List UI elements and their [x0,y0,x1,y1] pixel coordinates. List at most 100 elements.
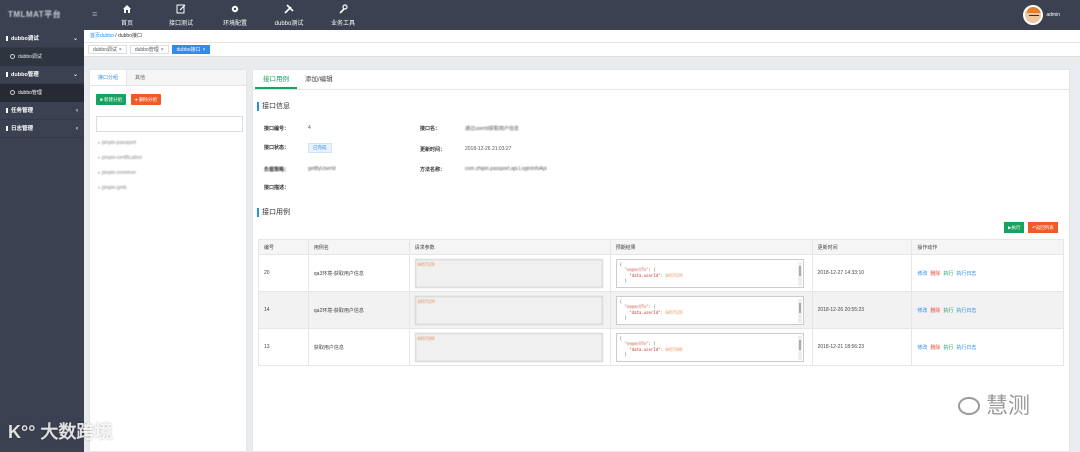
sidebar-group-dubbo-manage[interactable]: dubbo管理 ⌄ [0,66,84,84]
tab-dubbo-manage[interactable]: dubbo管理 × [129,45,169,54]
tree-item[interactable]: pinpin-common [98,166,142,181]
avatar[interactable] [1023,5,1044,25]
expected-code-box[interactable]: { "expectTo": { "data.userId": 6457129 } [615,295,804,325]
section-api-info: 接口信息 [257,102,290,111]
tab-api-groups[interactable]: 接口分组 [90,70,128,85]
gear-icon [231,5,239,13]
user-menu[interactable]: admin [1023,3,1060,27]
scrollbar[interactable] [797,261,802,286]
sidebar-group-dubbo-debug[interactable]: dubbo调试 ⌄ [0,30,84,48]
tab-dubbo-debug[interactable]: dubbo调试 × [88,45,127,54]
tree-item[interactable]: pinpin-gmb [98,181,142,196]
cell-id: 20 [258,254,309,292]
run-log-link[interactable]: 执行日志 [956,308,976,314]
close-icon[interactable]: × [203,47,206,53]
edit-link[interactable]: 修改 [917,271,927,277]
tab-label: dubbo调试 [93,47,117,53]
api-status-label: 接口状态： [264,145,290,151]
sidebar-item-dubbo-debug[interactable]: dubbo调试 [0,48,84,66]
tree-item[interactable]: pinpin-certification [98,151,142,166]
run-button[interactable]: ▶执行 [1004,222,1025,233]
back-to-list-button[interactable]: ↶返回列表 [1028,222,1058,233]
breadcrumb-home[interactable]: 首页dubbo [90,33,114,39]
run-link[interactable]: 执行 [943,308,953,314]
api-updated-value: 2018-12-26 21:03:27 [465,146,512,152]
api-type-label: 负载策略： [264,167,290,173]
breadcrumb: 首页dubbo / dubbo接口 [84,30,1080,43]
edit-link[interactable]: 修改 [917,308,927,314]
circle-icon [10,90,15,95]
code-key: "expectTo" [624,304,649,309]
sidebar-group-log[interactable]: 日志管理 ‹ [0,120,84,138]
nav-env-config-label: 环境配置 [222,21,247,27]
code-value: 6457129 [665,309,683,315]
main-nav: 首页 接口测试 环境配置 dubbo测试 业务工具 [100,0,370,30]
nav-api-test[interactable]: 接口测试 [154,0,208,30]
close-icon[interactable]: × [119,47,122,53]
cell-name: qa3环境-获取用户信息 [307,254,410,292]
run-link[interactable]: 执行 [943,345,953,351]
group-marker [6,36,8,41]
breadcrumb-sep: / [115,33,117,39]
chevron-down-icon: ⌄ [72,36,78,42]
param-textarea[interactable]: 6457348 [414,332,603,362]
watermark-right: 慧测 [958,388,1030,420]
api-updated-label: 更新时间： [420,147,446,153]
menu-toggle-icon[interactable]: ≡ [92,9,97,19]
cell-actions: 修改 删除 执行 执行日志 [911,254,1064,292]
expected-code-box[interactable]: { "expectTo": { "data.userId": 6457129 } [615,258,804,288]
group-marker [6,72,8,77]
wrench-icon [339,4,348,14]
tab-label: dubbo管理 [134,47,159,53]
sidebar-item-dubbo-manage[interactable]: dubbo管理 [0,84,84,102]
delete-group-label: 删除分组 [138,97,157,102]
sidebar-group-task[interactable]: 任务管理 ‹ [0,102,84,120]
param-textarea[interactable]: 6457129 [414,295,603,325]
run-log-link[interactable]: 执行日志 [956,271,976,277]
delete-link[interactable]: 删除 [930,345,940,351]
cell-expected: { "expectTo": { "data.userId": 6457129 } [609,291,813,329]
cell-name: qa2环境-获取用户信息 [307,291,410,329]
tab-api-cases[interactable]: 接口用例 [255,70,297,89]
expected-code-box[interactable]: { "expectTo": { "data.userId": 6457348 } [615,332,804,362]
sidebar-item-label: dubbo管理 [18,90,42,96]
nav-home[interactable]: 首页 [100,0,154,30]
chevron-left-icon: ‹ [76,126,78,132]
table-row: 20 qa3环境-获取用户信息 6457129 { "expectTo": { … [258,254,1064,292]
code-key: "expectTo" [624,267,649,272]
scrollbar[interactable] [797,298,802,323]
group-search-input[interactable] [96,116,243,132]
col-updated: 更新时间 [811,239,913,255]
cell-expected: { "expectTo": { "data.userId": 6457129 } [609,254,813,292]
col-expected: 预期结果 [609,239,813,255]
tools-icon [284,4,294,14]
close-icon[interactable]: × [161,47,164,53]
nav-biz-tools[interactable]: 业务工具 [316,0,370,30]
nav-biz-tools-label: 业务工具 [330,21,355,27]
delete-link[interactable]: 删除 [930,308,940,314]
code-key: "data.userId" [629,272,661,278]
edit-icon [176,4,186,14]
param-textarea[interactable]: 6457129 [414,258,603,288]
edit-link[interactable]: 修改 [917,345,927,351]
run-log-link[interactable]: 执行日志 [956,345,976,351]
open-tabs: dubbo调试 × dubbo管理 × dubbo接口 × [84,43,1080,57]
tree-item[interactable]: pinpin-passport [98,136,142,151]
code-key: "data.userId" [629,346,661,352]
chevron-down-icon: ⌄ [72,72,78,78]
run-link[interactable]: 执行 [943,271,953,277]
cell-id: 14 [258,291,309,329]
tab-dubbo-api[interactable]: dubbo接口 × [171,45,211,54]
nav-dubbo-test[interactable]: dubbo测试 [262,0,316,30]
delete-group-button[interactable]: ● 删除分组 [130,94,161,105]
nav-env-config[interactable]: 环境配置 [208,0,262,30]
new-group-button[interactable]: ■ 新建分组 [96,94,126,105]
tab-other[interactable]: 其他 [127,70,153,85]
table-header: 编号 用例名 请求参数 预期结果 更新时间 操作动作 [258,239,1064,255]
scrollbar[interactable] [797,335,802,360]
tab-add-edit[interactable]: 添加/编辑 [297,70,341,89]
tab-label: dubbo接口 [176,47,201,53]
brand-logo[interactable]: TMLMAT平台 [0,0,84,30]
circle-icon [10,54,15,59]
delete-link[interactable]: 删除 [930,271,940,277]
